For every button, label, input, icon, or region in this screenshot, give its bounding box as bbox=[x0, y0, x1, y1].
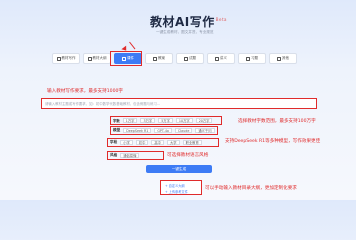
annotation-arrow bbox=[129, 41, 136, 50]
model-row: 模型 DeepSeek R1 GPT-4o Claude 通义千问 bbox=[110, 126, 218, 135]
model-option[interactable]: Claude bbox=[174, 128, 193, 133]
page-subtitle: 一键生成教材，图文并茂，专业规范 bbox=[156, 30, 214, 34]
level-option[interactable]: 高中 bbox=[151, 140, 164, 145]
tab-1[interactable]: 教材写作 bbox=[52, 53, 80, 64]
generate-button[interactable]: 一键生成 bbox=[146, 165, 212, 173]
level-row: 学段 小学 初中 高中 大学 职业教育 bbox=[107, 138, 219, 147]
model-option[interactable]: 通义千问 bbox=[195, 128, 215, 133]
level-label: 学段 bbox=[110, 140, 118, 144]
tab-2[interactable]: 教材大纲 bbox=[83, 53, 111, 64]
outline-annotation: 可以手动输入教材目录大纲，更加定制化要求 bbox=[205, 186, 297, 191]
upload-reference-link[interactable]: + 上传参考文件 bbox=[165, 189, 188, 194]
tab-label: 教材写作 bbox=[61, 56, 76, 60]
tab-5[interactable]: 试题 bbox=[176, 53, 204, 64]
level-option[interactable]: 初中 bbox=[135, 140, 149, 145]
model-annotation: 支持DeepSeek R1等多种模型，写作效果更佳 bbox=[225, 139, 321, 144]
list-icon bbox=[87, 56, 92, 61]
tab-8[interactable]: 其他 bbox=[269, 53, 297, 64]
outline-box: + 自定义大纲 + 上传参考文件 bbox=[160, 180, 202, 195]
active-tab-highlight bbox=[110, 51, 142, 66]
wordcount-annotation: 选择教材字数范围，最多支持100万字 bbox=[238, 119, 316, 124]
mode-tabs: 教材写作 教材大纲 课件 教案 试题 讲义 习题 其他 bbox=[52, 53, 297, 64]
wordcount-row: 字数 1万字 3万字 5万字 10万字 20万字 bbox=[110, 116, 222, 125]
style-row: 风格 通俗易懂 bbox=[107, 151, 164, 160]
tab-label: 其他 bbox=[282, 56, 289, 60]
level-option[interactable]: 大学 bbox=[166, 140, 180, 145]
model-option[interactable]: GPT-4o bbox=[154, 128, 172, 133]
wordcount-option[interactable]: 20万字 bbox=[195, 118, 213, 123]
level-option[interactable]: 小学 bbox=[120, 140, 133, 145]
tab-label: 试题 bbox=[189, 56, 196, 60]
model-option[interactable]: DeepSeek R1 bbox=[123, 128, 152, 133]
level-option[interactable]: 职业教育 bbox=[182, 140, 202, 145]
tab-label: 教案 bbox=[158, 56, 165, 60]
tab-label: 习题 bbox=[251, 56, 258, 60]
custom-outline-link[interactable]: + 自定义大纲 bbox=[165, 183, 185, 188]
beta-badge: Beta bbox=[215, 17, 227, 22]
tab-label: 教材大纲 bbox=[92, 56, 107, 60]
book-icon bbox=[56, 56, 61, 61]
wordcount-label: 字数 bbox=[113, 119, 120, 123]
pencil-icon bbox=[246, 56, 250, 61]
tab-4[interactable]: 教案 bbox=[145, 53, 173, 64]
topic-annotation: 输入教材写作要求，最多支持1000字 bbox=[47, 89, 124, 94]
tab-6[interactable]: 讲义 bbox=[207, 53, 235, 64]
wordcount-option[interactable]: 10万字 bbox=[175, 118, 193, 123]
page-title: 教材AI写作Beta bbox=[150, 13, 227, 30]
wordcount-option[interactable]: 1万字 bbox=[122, 118, 138, 123]
wordcount-option[interactable]: 3万字 bbox=[140, 118, 156, 123]
model-label: 模型 bbox=[113, 128, 121, 132]
quiz-icon bbox=[184, 56, 188, 61]
topic-input[interactable] bbox=[41, 98, 317, 109]
note-icon bbox=[215, 56, 219, 61]
wordcount-option[interactable]: 5万字 bbox=[158, 118, 173, 123]
style-select[interactable]: 通俗易懂 bbox=[120, 153, 140, 158]
tab-label: 讲义 bbox=[220, 56, 227, 60]
tab-7[interactable]: 习题 bbox=[238, 53, 266, 64]
page-title-text: 教材AI写作 bbox=[150, 15, 215, 29]
style-label: 风格 bbox=[110, 153, 118, 157]
more-icon bbox=[277, 56, 281, 61]
style-annotation: 可选择教材语言风格 bbox=[167, 153, 209, 158]
doc-icon bbox=[153, 56, 157, 61]
